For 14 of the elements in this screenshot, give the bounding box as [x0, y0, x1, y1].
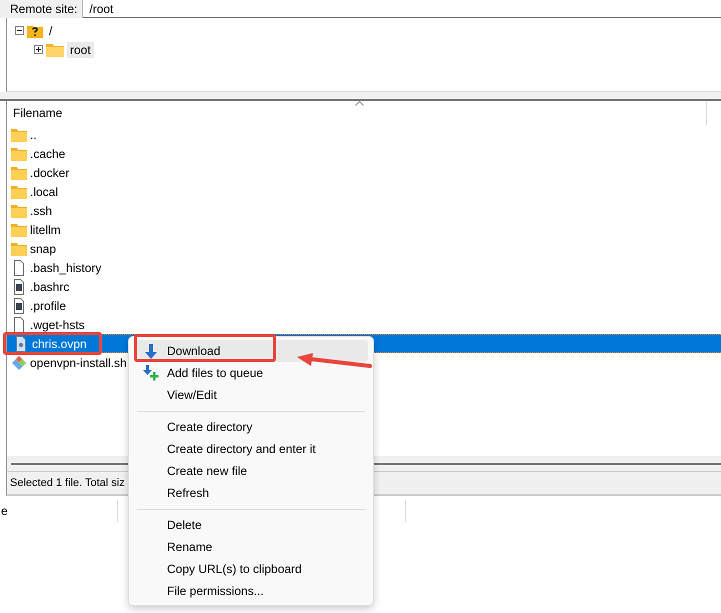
file-name: .ssh — [30, 204, 52, 218]
file-name: .docker — [30, 166, 70, 180]
file-name: .wget-hsts — [30, 318, 85, 332]
file-name: chris.ovpn — [32, 336, 87, 350]
file-name: .profile — [30, 298, 66, 312]
file-name: litellm — [30, 222, 61, 236]
file-name: snap — [30, 242, 56, 256]
file-name: .bashrc — [30, 280, 70, 294]
status-text: Selected 1 file. Total siz — [10, 477, 125, 489]
file-name: .cache — [30, 146, 66, 160]
file-name: .. — [30, 128, 37, 142]
file-name: openvpn-install.sh — [30, 356, 127, 370]
file-name: .local — [30, 184, 58, 198]
file-name: .bash_history — [30, 260, 102, 274]
